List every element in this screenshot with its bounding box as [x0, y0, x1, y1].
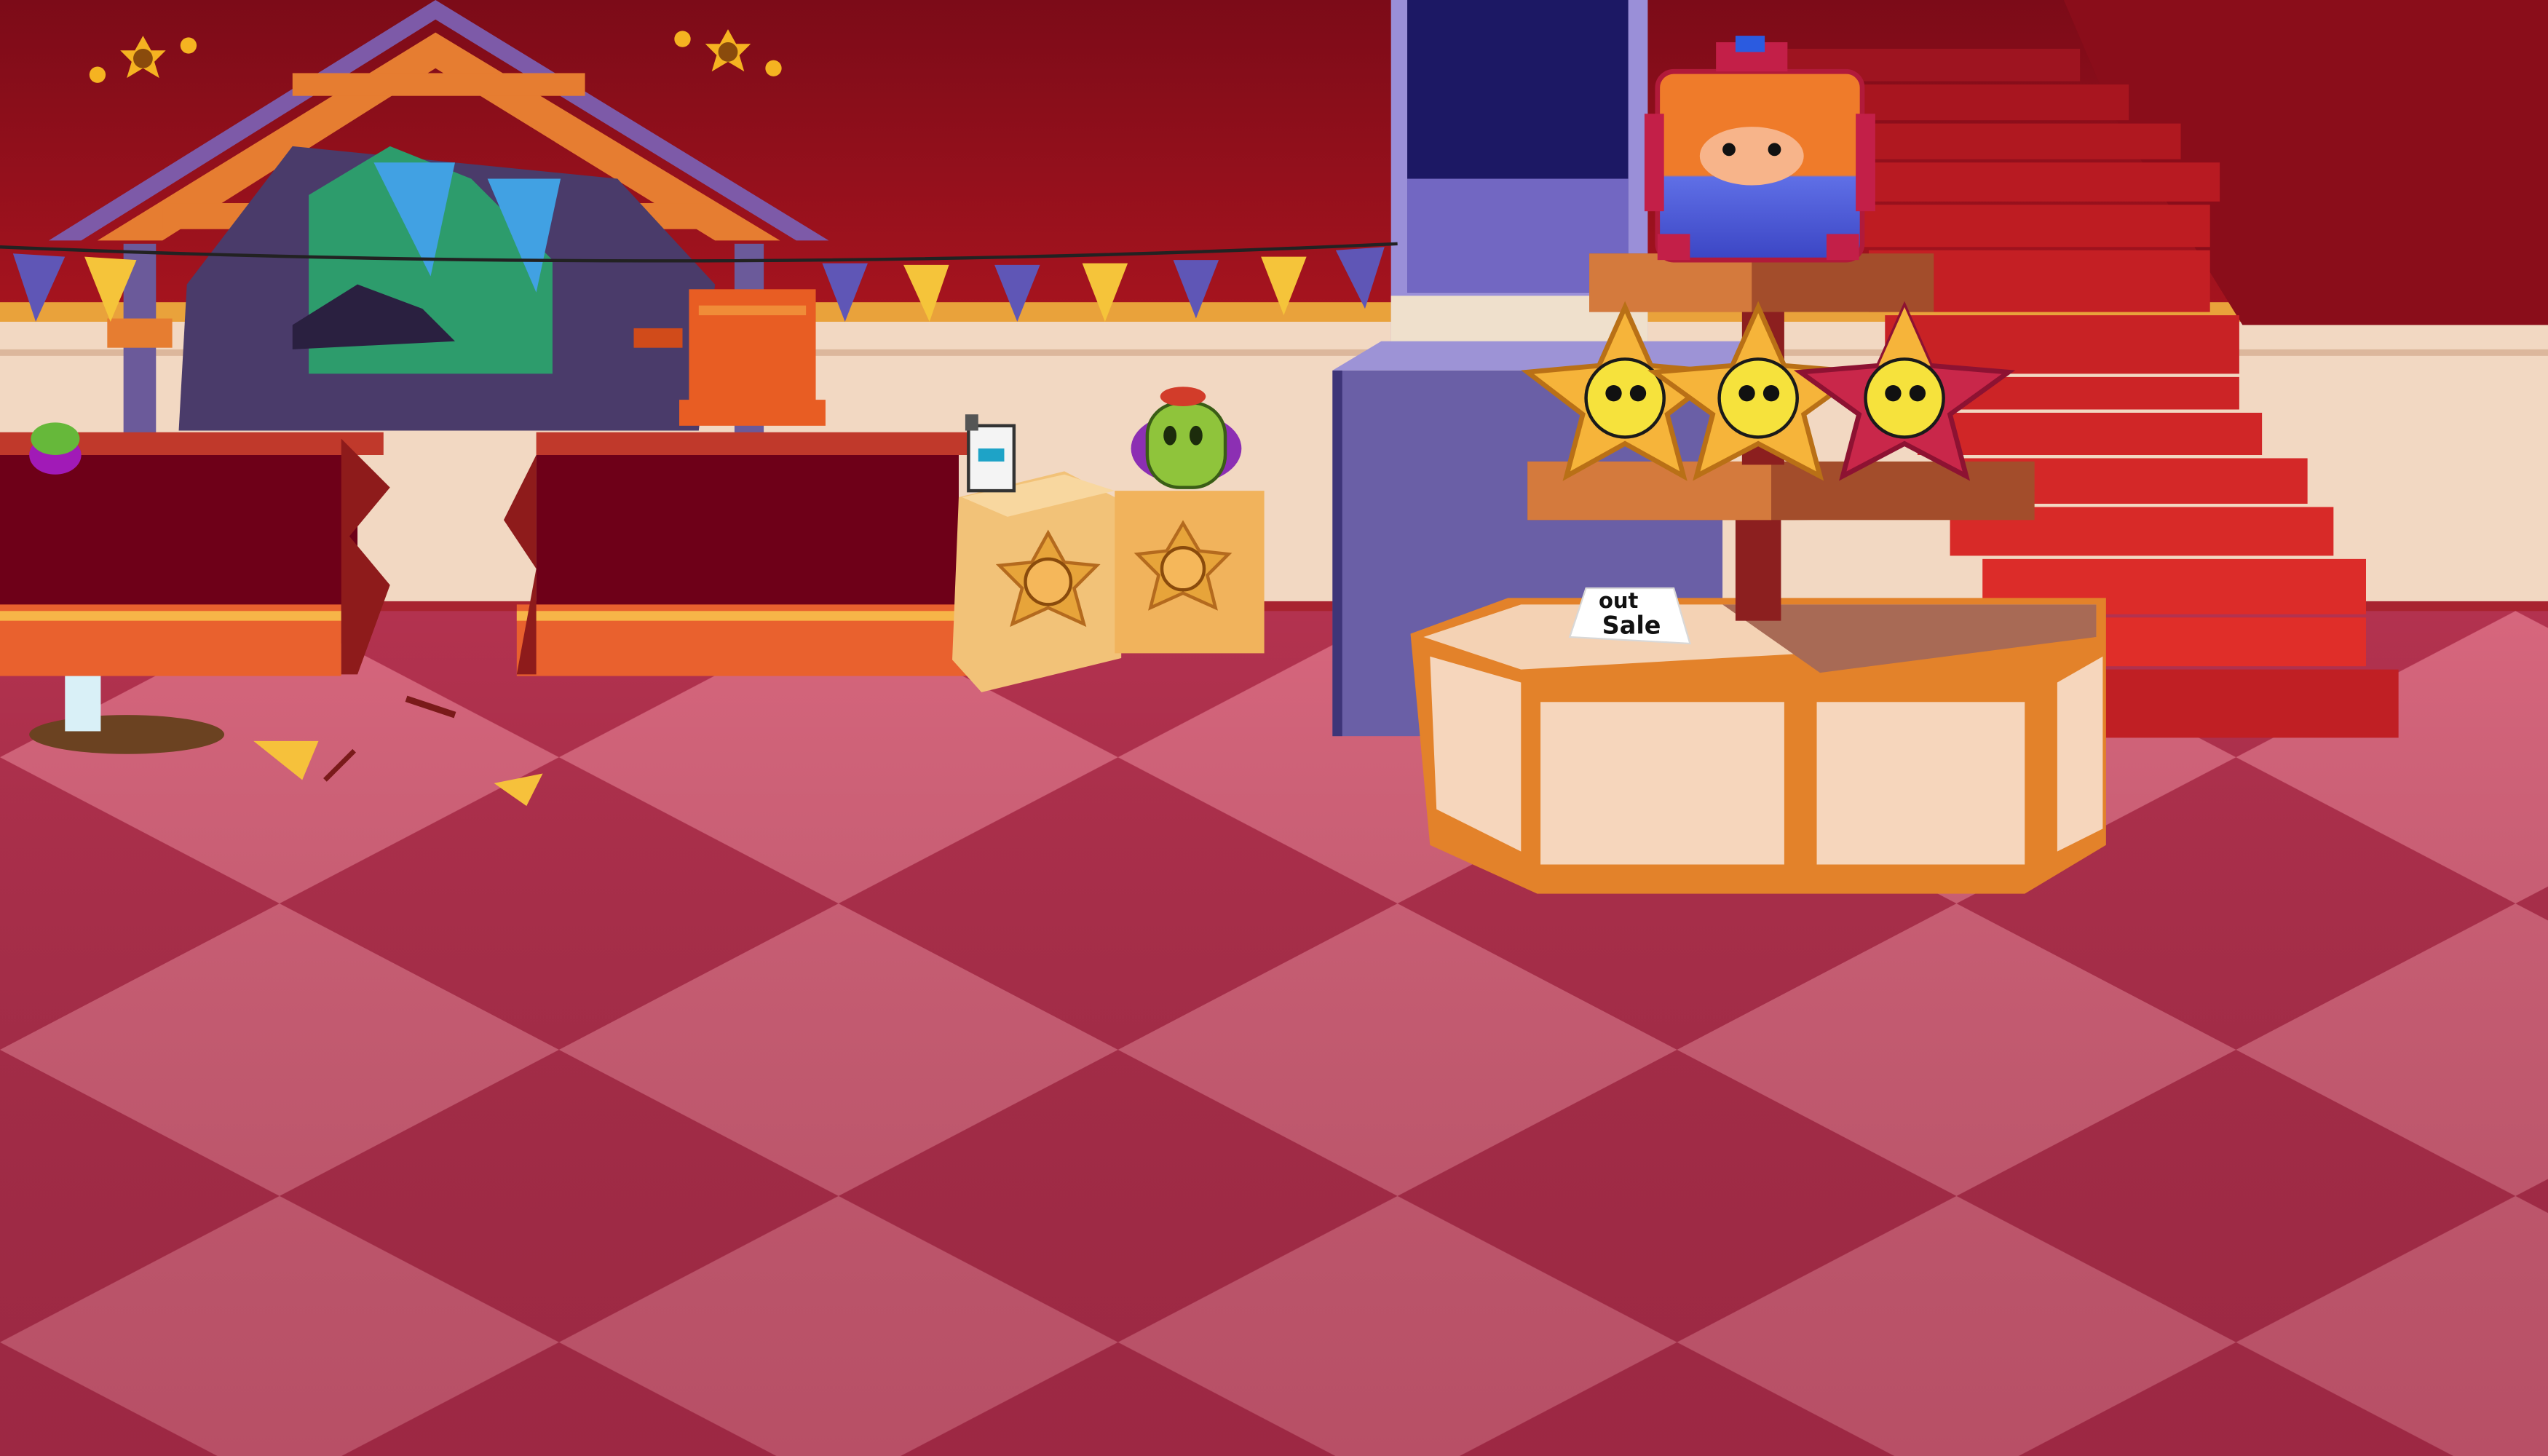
- skull-coin-icon: [89, 66, 106, 83]
- crown-robot-figure-icon[interactable]: [1644, 36, 1875, 263]
- robot-figure-icon: [965, 414, 1016, 493]
- skull-coin-icon: [765, 60, 782, 76]
- sale-sign-line1: out: [1599, 588, 1639, 613]
- sale-sign-line2: Sale: [1602, 612, 1661, 640]
- game-scene: out Sale: [0, 0, 2548, 1456]
- skull-coin-icon: [674, 31, 691, 47]
- sale-sign: out Sale: [1568, 587, 1691, 645]
- green-mini-figure-icon: [29, 422, 82, 475]
- shop-counter[interactable]: [1410, 598, 2106, 894]
- skull-coin-icon: [180, 37, 197, 54]
